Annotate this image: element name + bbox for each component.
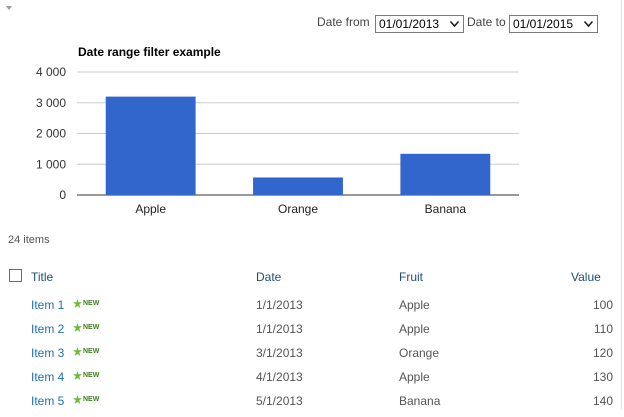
item-value: 100 [592,298,613,312]
items-count: 24 items [8,234,50,246]
new-star-icon [73,323,82,332]
table-row[interactable]: Item 3 NEW 3/1/2013 Orange 120 [0,345,620,369]
new-badge-label: NEW [83,396,100,403]
web-part-menu-arrow-icon[interactable] [6,6,12,10]
item-title-link[interactable]: Item 4 [31,369,64,385]
item-value: 120 [592,346,613,360]
column-header-date[interactable]: Date [256,270,281,284]
item-fruit: Apple [399,370,430,384]
item-title-link[interactable]: Item 5 [31,393,64,409]
table-row[interactable]: Item 5 NEW 5/1/2013 Banana 140 [0,393,620,417]
x-tick-label: Apple [135,202,166,216]
y-tick-label: 3 000 [36,96,66,110]
x-tick-label: Orange [278,202,318,216]
item-title-link[interactable]: Item 3 [31,345,64,361]
x-tick-label: Banana [425,202,467,216]
bar-orange [253,177,343,195]
new-star-icon [73,347,82,356]
table-row[interactable]: Item 4 NEW 4/1/2013 Apple 130 [0,369,620,393]
item-date: 4/1/2013 [256,370,303,384]
new-badge-label: NEW [83,300,100,307]
chart-title: Date range filter example [78,45,221,59]
y-tick-label: 0 [59,188,66,202]
item-fruit: Apple [399,322,430,336]
new-star-icon [73,395,82,404]
item-title-link[interactable]: Item 1 [31,297,64,313]
table-row[interactable]: Item 1 NEW 1/1/2013 Apple 100 [0,297,620,321]
column-header-title[interactable]: Title [31,270,53,284]
select-all-checkbox[interactable] [9,269,22,282]
item-fruit: Orange [399,346,440,360]
item-date: 5/1/2013 [256,394,303,408]
date-from-label: Date from [317,15,370,29]
item-fruit: Banana [399,394,441,408]
item-value: 130 [592,370,613,384]
y-tick-label: 1 000 [36,157,66,171]
date-from-value: 01/01/2013 [379,17,440,31]
date-to-select[interactable]: 01/01/2015 [509,15,598,33]
y-tick-label: 2 000 [36,127,66,141]
column-header-value[interactable]: Value [571,270,601,284]
new-star-icon [73,371,82,380]
item-date: 1/1/2013 [256,322,303,336]
chevron-down-icon [583,20,594,28]
item-fruit: Apple [399,298,430,312]
item-value: 110 [593,322,613,336]
table-row[interactable]: Item 2 NEW 1/1/2013 Apple 110 [0,321,620,345]
date-to-label: Date to [467,15,506,29]
item-date: 1/1/2013 [256,298,303,312]
bar-banana [400,153,491,195]
new-badge-label: NEW [83,372,100,379]
item-value: 140 [592,394,613,408]
date-to-value: 01/01/2015 [513,17,574,31]
bar-apple [105,96,196,195]
new-badge-label: NEW [83,324,100,331]
item-title-link[interactable]: Item 2 [31,321,64,337]
date-from-select[interactable]: 01/01/2013 [375,15,464,33]
y-tick-label: 4 000 [36,65,66,79]
fruit-value-bar-chart: Date range filter example 0 1 000 2 000 3 00… [36,45,519,216]
column-header-fruit[interactable]: Fruit [399,270,423,284]
item-date: 3/1/2013 [256,346,303,360]
new-badge-label: NEW [83,348,100,355]
chevron-down-icon [449,20,460,28]
new-star-icon [73,299,82,308]
